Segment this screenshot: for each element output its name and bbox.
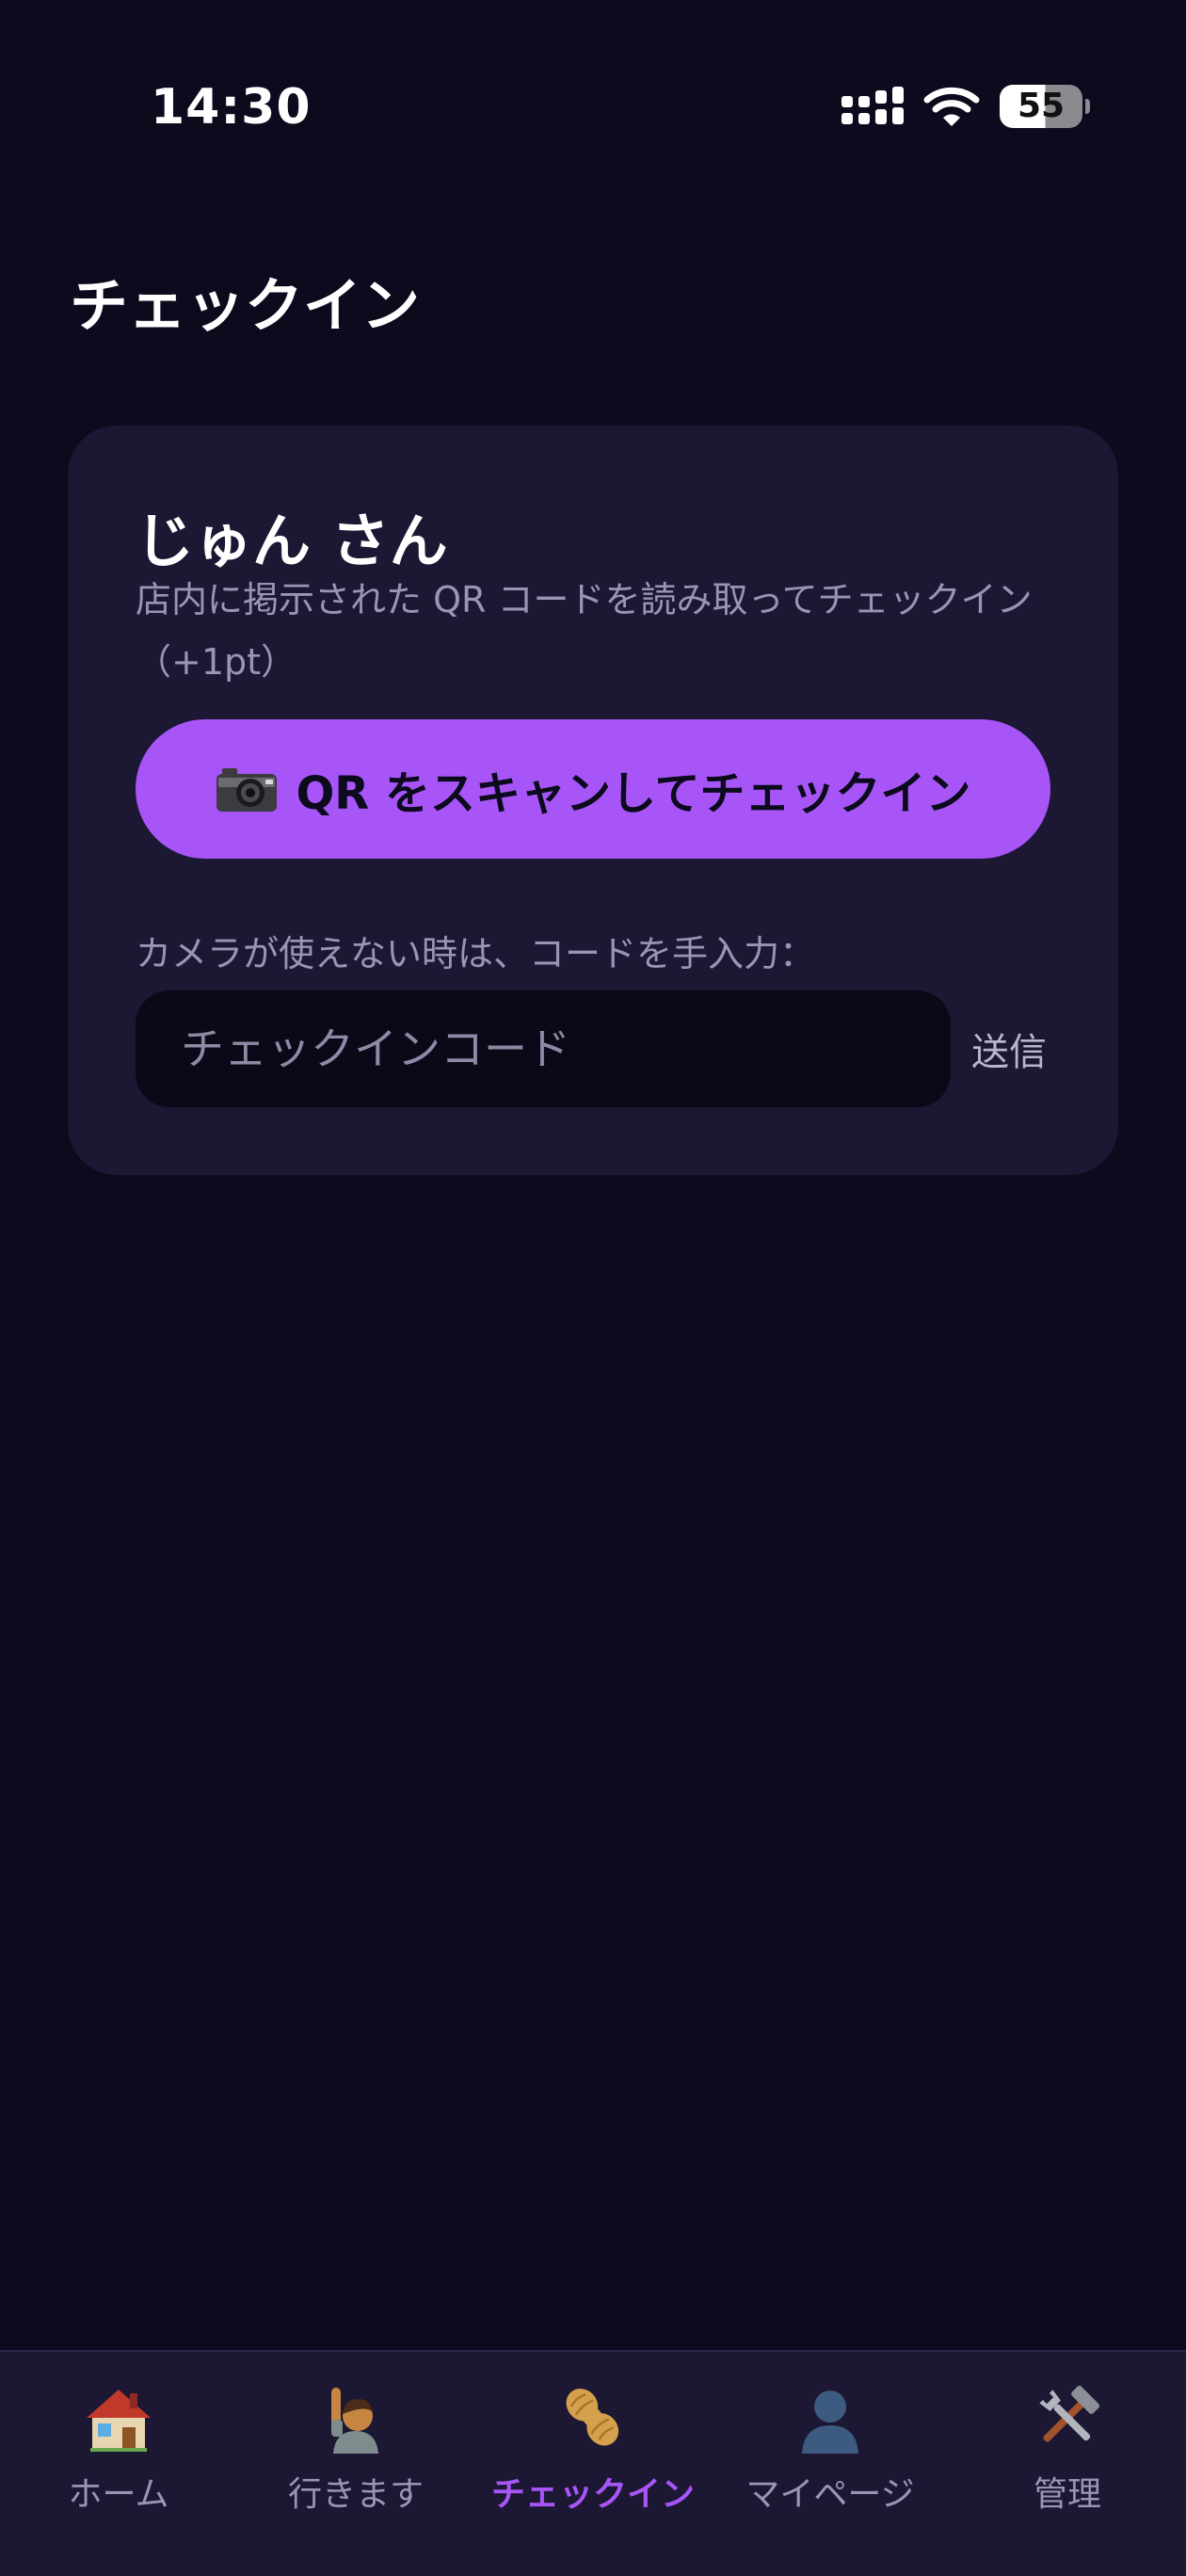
nav-label-home: ホーム xyxy=(68,2475,169,2514)
checkin-screen: 14:30 55 チェックイン じゅん さん 店内に掲示された QR コードを読… xyxy=(0,0,1186,2576)
page-title: チェックイン xyxy=(70,271,421,340)
scan-qr-label: QR をスキャンしてチェックイン xyxy=(296,767,971,820)
battery-level: 55 xyxy=(1017,87,1066,125)
status-time: 14:30 xyxy=(151,79,312,136)
tools-icon xyxy=(1039,2385,1100,2442)
camera-icon xyxy=(216,768,278,812)
nav-label-checkin: チェックイン xyxy=(490,2475,695,2514)
person-icon xyxy=(802,2391,858,2454)
battery-icon: 55 xyxy=(1000,85,1090,128)
nav-label-admin: 管理 xyxy=(1033,2475,1101,2514)
nav-item-home[interactable]: ホーム xyxy=(0,2352,237,2576)
nav-item-admin[interactable]: 管理 xyxy=(949,2352,1186,2576)
raising-hand-icon xyxy=(331,2388,378,2454)
checkin-card: じゅん さん 店内に掲示された QR コードを読み取ってチェックイン（+1pt）… xyxy=(68,426,1118,1175)
nav-item-mypage[interactable]: マイページ xyxy=(712,2352,949,2576)
nav-label-mypage: マイページ xyxy=(745,2475,915,2514)
manual-entry-label: カメラが使えない時は、コードを手入力： xyxy=(136,933,816,974)
send-button[interactable]: 送信 xyxy=(971,990,1103,1107)
status-bar: 14:30 55 xyxy=(0,0,1186,217)
cellular-signal-icon xyxy=(841,87,904,124)
checkin-code-input[interactable] xyxy=(136,990,951,1107)
nav-item-going[interactable]: 行きます xyxy=(237,2352,474,2576)
wifi-icon xyxy=(923,87,980,126)
peanut-icon xyxy=(566,2389,619,2446)
house-icon xyxy=(87,2390,151,2452)
bottom-nav: ホーム 行きます チェックイン マイページ 管理 xyxy=(0,2350,1186,2576)
scan-qr-button[interactable]: QR をスキャンしてチェックイン xyxy=(136,719,1050,859)
user-name: じゅん さん xyxy=(136,507,448,575)
nav-label-going: 行きます xyxy=(287,2475,424,2514)
checkin-instruction: 店内に掲示された QR コードを読み取ってチェックイン（+1pt） xyxy=(136,579,1033,683)
nav-item-checkin[interactable]: チェックイン xyxy=(474,2352,712,2576)
